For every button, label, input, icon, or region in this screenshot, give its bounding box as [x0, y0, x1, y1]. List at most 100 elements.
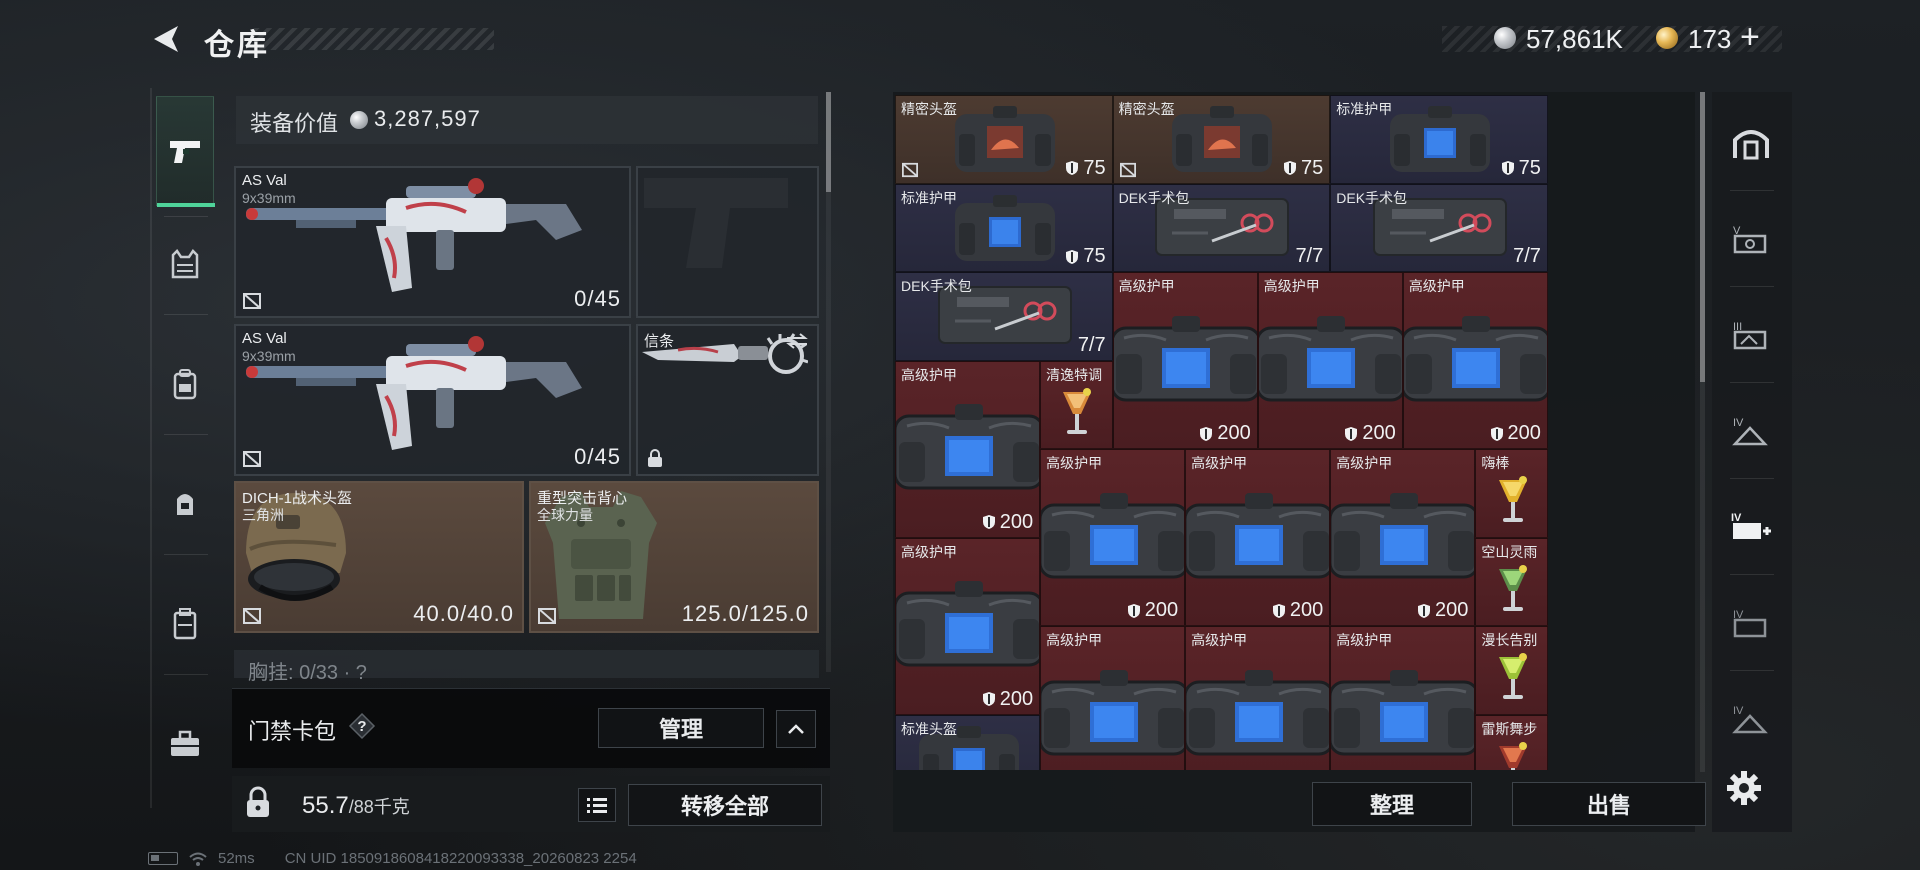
storage-item[interactable]: 雷斯舞步	[1475, 714, 1548, 770]
equipment-value-label: 装备价值	[250, 111, 339, 136]
storage-item[interactable]: DEK手术包 7/7	[1112, 183, 1331, 272]
storage-item-name: 高级护甲	[901, 366, 957, 383]
shield-icon	[982, 515, 995, 529]
rail-tab-container[interactable]	[156, 584, 214, 664]
collapse-button[interactable]	[776, 710, 816, 748]
storage-item[interactable]: 高级护甲 200	[895, 537, 1041, 715]
storage-item-value-text: 200	[1434, 599, 1469, 621]
shield-icon	[1501, 161, 1514, 175]
slot-melee-weapon[interactable]: 信条	[636, 324, 819, 476]
armor-origin: 全球力量	[537, 507, 593, 523]
storage-item[interactable]: 空山灵雨	[1475, 537, 1548, 626]
add-currency-button[interactable]: +	[1740, 18, 1760, 57]
storage-item[interactable]: 高级护甲	[1330, 626, 1476, 770]
equipment-scrollbar-thumb[interactable]	[826, 92, 831, 192]
storage-item[interactable]: 高级护甲 200	[1402, 272, 1548, 449]
backpack-icon	[173, 369, 197, 400]
as-val-rifle-image	[246, 178, 582, 292]
storage-item-value-text: 7/7	[1513, 245, 1541, 267]
slot-secondary-weapon[interactable]	[636, 166, 819, 318]
storage-tab-4a[interactable]: IV	[1720, 388, 1782, 474]
currency-silver-value: 57,861K	[1526, 24, 1623, 54]
helmet-case-image	[954, 106, 1055, 172]
rail-tab-pouch[interactable]	[156, 464, 214, 544]
rail-tab-backpack[interactable]	[156, 344, 214, 424]
storage-tab-4b[interactable]: IV	[1720, 580, 1782, 666]
armor-bag-image	[1331, 492, 1475, 578]
equipment-value: 3,287,597	[374, 106, 481, 131]
storage-tab-4c[interactable]: IV	[1720, 676, 1782, 762]
unmarked-flag-icon	[1119, 162, 1136, 177]
unmarked-flag-icon	[902, 162, 918, 177]
slot-body-armor[interactable]: 重型突击背心 全球力量 125.0/125.0	[529, 481, 819, 633]
weapon-caliber: 9x39mm	[242, 190, 296, 206]
storage-item[interactable]: 精密头盔 75	[1112, 95, 1331, 184]
settings-button[interactable]	[1722, 766, 1766, 810]
storage-item[interactable]: 清逸特调	[1040, 360, 1113, 449]
rail-tab-armor[interactable]	[156, 224, 214, 304]
storage-tab-4-add[interactable]: IV	[1720, 484, 1782, 570]
storage-item[interactable]: 高级护甲	[1185, 626, 1331, 770]
storage-item-name: 清逸特调	[1046, 366, 1103, 383]
storage-item[interactable]: 高级护甲 200	[1185, 449, 1331, 626]
storage-item[interactable]: 高级护甲 200	[1112, 272, 1258, 449]
storage-item[interactable]: 高级护甲 200	[1257, 272, 1403, 449]
carry-weight-current: 55.7	[302, 792, 349, 819]
svg-text:IV: IV	[1733, 417, 1744, 429]
padlock-icon	[247, 786, 269, 817]
storage-item-value-text: 200	[1289, 599, 1324, 621]
storage-item[interactable]: DEK手术包 7/7	[895, 272, 1113, 361]
briefcase-icon	[171, 730, 199, 756]
slot-holster-weapon[interactable]: AS Val 9x39mm 0/45	[234, 324, 631, 476]
storage-item[interactable]: 精密头盔 75	[895, 95, 1113, 184]
swap-icon[interactable]	[785, 332, 809, 350]
storage-item[interactable]: 高级护甲 200	[895, 360, 1041, 538]
chest-rig-label: 胸挂: 0/33 · ?	[248, 662, 367, 684]
storage-item-value: 75	[1065, 157, 1106, 180]
unmarked-flag-icon	[243, 608, 261, 624]
storage-item[interactable]: DEK手术包 7/7	[1330, 183, 1548, 272]
pistol-silhouette-icon	[644, 178, 788, 268]
storage-item[interactable]: 高级护甲 200	[1330, 449, 1476, 626]
storage-item-name: 高级护甲	[1191, 632, 1248, 648]
storage-item[interactable]: 高级护甲	[1040, 626, 1186, 770]
slot-primary-weapon[interactable]: AS Val 9x39mm 0/45	[234, 166, 631, 318]
storage-item[interactable]: 高级护甲 200	[1040, 449, 1186, 626]
status-bar: 52ms CN UID 1850918608418220093338_20260…	[148, 850, 637, 867]
storage-item-value: 7/7	[1295, 245, 1323, 268]
list-view-button[interactable]	[578, 788, 616, 822]
storage-scrollbar-thumb[interactable]	[1700, 92, 1705, 382]
storage-item-value-text: 7/7	[1077, 333, 1106, 356]
storage-item[interactable]: 嗨棒	[1475, 449, 1548, 538]
transfer-all-button[interactable]: 转移全部	[628, 784, 822, 826]
manage-keycard-button[interactable]: 管理	[598, 708, 764, 748]
storage-item-name: 高级护甲	[1336, 455, 1393, 471]
shield-icon	[1066, 249, 1079, 264]
case-icon	[173, 608, 197, 640]
armor-bag-image	[1041, 492, 1185, 578]
page-title: 仓库	[204, 29, 270, 62]
storage-item-value: 200	[1127, 599, 1178, 622]
help-glyph: ?	[357, 718, 366, 735]
sell-button[interactable]: 出售	[1512, 782, 1706, 826]
sort-button[interactable]: 整理	[1312, 782, 1472, 826]
help-button[interactable]: ?	[348, 712, 376, 740]
storage-tab-overview[interactable]	[1720, 100, 1782, 186]
storage-item[interactable]: 漫长告别	[1475, 626, 1548, 715]
storage-tab-3[interactable]: III	[1720, 292, 1782, 378]
storage-item-value: 75	[1501, 157, 1541, 180]
as-val-rifle-image	[246, 336, 582, 450]
battery-icon	[148, 852, 178, 865]
armor-bag-image	[1186, 492, 1330, 578]
rail-tab-weapons[interactable]	[156, 96, 215, 207]
weapon-caliber: 9x39mm	[242, 348, 296, 364]
storage-item[interactable]: 标准护甲 75	[895, 183, 1113, 272]
lock-button[interactable]	[242, 786, 274, 820]
storage-item[interactable]: 标准头盔	[895, 714, 1041, 770]
storage-tab-5[interactable]: V	[1720, 196, 1782, 282]
storage-item-name: 精密头盔	[901, 101, 957, 117]
rail-tab-briefcase[interactable]	[156, 704, 214, 784]
storage-item[interactable]: 标准护甲 75	[1330, 95, 1548, 184]
back-button[interactable]	[148, 22, 182, 56]
slot-helmet[interactable]: DICH-1战术头盔 三角洲 40.0/40.0	[234, 481, 524, 633]
